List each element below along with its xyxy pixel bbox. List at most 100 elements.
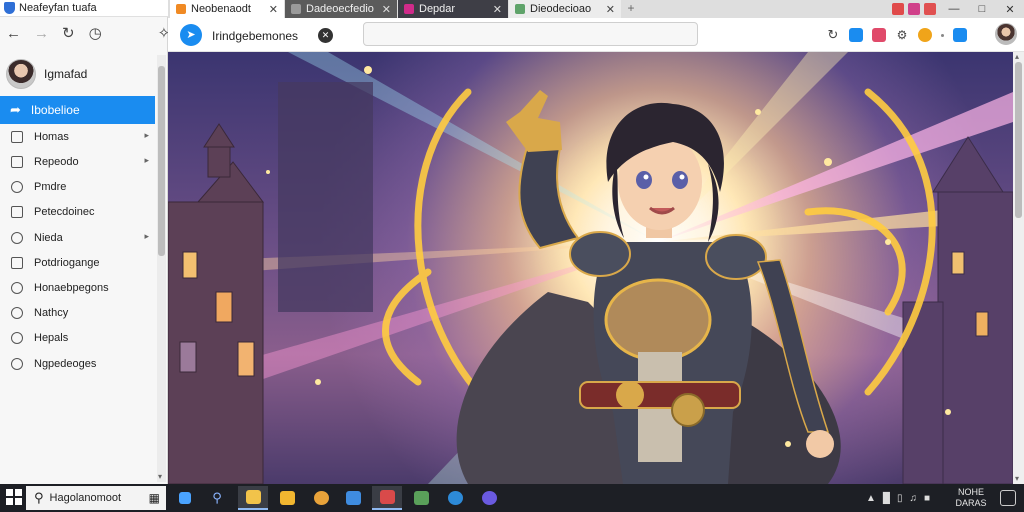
taskbar-file-explorer-icon[interactable] (238, 486, 268, 510)
network-icon[interactable]: █ (883, 493, 890, 504)
tab-depdar[interactable]: Depdar ✕ (398, 0, 508, 18)
left-tower (168, 123, 264, 484)
compass-icon (11, 307, 23, 319)
tag-icon (11, 181, 23, 193)
sidebar-item-petecdoinec[interactable]: Petecdoinec (0, 200, 155, 224)
address-bar[interactable] (363, 22, 698, 46)
sidebar-item-nieda[interactable]: Nieda ▸ (0, 226, 155, 250)
forward-icon[interactable]: → (34, 26, 49, 41)
separator-dot (941, 33, 944, 37)
window-title: Neafeyfan tuafa (19, 2, 97, 14)
tab-favicon-icon (515, 4, 525, 14)
sidebar-item-nathcy[interactable]: Nathcy (0, 301, 155, 325)
sidebar-item-potdriogange[interactable]: Potdriogange (0, 251, 155, 275)
back-icon[interactable]: ← (6, 26, 21, 41)
taskbar-search[interactable]: ⚲ Hagolanomoot ▦ (26, 486, 166, 510)
taskbar-clock[interactable]: NOHE DARAS (952, 486, 990, 510)
sidebar-item-label: Nathcy (34, 307, 69, 319)
maximize-icon[interactable]: □ (968, 3, 996, 15)
tab-label: Depdar (419, 3, 456, 15)
chest-plate (604, 278, 712, 362)
extension-icon[interactable] (872, 28, 886, 42)
notification-icon[interactable] (1000, 490, 1016, 506)
tab-favicon-icon (291, 4, 301, 14)
extension-icon[interactable] (918, 28, 932, 42)
refresh-icon[interactable]: ↻ (826, 28, 840, 42)
taskbar-store-icon[interactable] (338, 486, 368, 510)
media-icon (11, 232, 23, 244)
tab-dieodecioao[interactable]: Dieodecioao ✕ (509, 0, 621, 18)
windows-start-icon[interactable] (6, 489, 22, 505)
sidebar-item-label: Honaebpegons (34, 282, 109, 294)
history-icon[interactable]: ◷ (89, 26, 102, 41)
sidebar-item-honaebpegons[interactable]: Honaebpegons (0, 276, 155, 300)
sidebar-profile[interactable]: Igmafad (6, 58, 156, 90)
taskbar-edge-icon[interactable] (440, 486, 470, 510)
sidebar-item-hepals[interactable]: Hepals (0, 326, 155, 350)
extension-badge-icon[interactable] (924, 3, 936, 15)
scroll-down-icon[interactable]: ▾ (1015, 474, 1019, 483)
taskbar-assistant-icon[interactable] (474, 486, 504, 510)
sidebar-item-ngpedeoges[interactable]: Ngpedeoges (0, 352, 155, 376)
extension-icon[interactable] (849, 28, 863, 42)
close-icon[interactable]: ✕ (606, 3, 615, 16)
background-tower (278, 82, 373, 312)
task-view-icon[interactable]: ▦ (149, 491, 160, 505)
tab-dadeoecfedio[interactable]: Dadeoecfedio ✕ (285, 0, 397, 18)
sidebar-item-label: Petecdoinec (34, 206, 95, 218)
sidebar-item-label: Nieda (34, 232, 63, 244)
anime-illustration (168, 52, 1013, 484)
language-icon[interactable]: ■ (924, 493, 930, 504)
refresh-icon[interactable]: ↻ (62, 26, 75, 41)
folder-icon (11, 156, 23, 168)
extension-badge-icon[interactable] (892, 3, 904, 15)
taskbar-notes-icon[interactable] (406, 486, 436, 510)
sidebar-item-label: Ibobelioe (30, 103, 80, 117)
scroll-down-icon[interactable]: ▾ (158, 472, 162, 481)
tab-neobenaodt[interactable]: Neobenaodt ✕ (170, 0, 284, 18)
hero-artwork (168, 52, 1013, 484)
close-icon[interactable]: ✕ (269, 3, 278, 16)
extension-badge-icon[interactable] (908, 3, 920, 15)
tab-label: Neobenaodt (191, 3, 251, 15)
close-icon[interactable]: ✕ (318, 28, 333, 43)
tab-label: Dadeoecfedio (306, 3, 374, 15)
settings-icon (11, 358, 23, 370)
sidebar-scrollbar-thumb[interactable] (158, 66, 165, 256)
profile-avatar[interactable] (995, 23, 1017, 45)
battery-icon[interactable]: ▯ (897, 493, 903, 504)
new-tab-button[interactable]: + (624, 0, 638, 18)
close-icon[interactable]: ✕ (382, 3, 391, 16)
sidebar-item-homas[interactable]: Homas ▸ (0, 125, 155, 149)
link-icon (11, 282, 23, 294)
extension-icon[interactable] (953, 28, 967, 42)
shield-icon (4, 2, 15, 14)
extension-icons: ↻ ⚙ (826, 25, 967, 45)
search-icon: ⚲ (34, 490, 44, 505)
clock-time: NOHE (957, 487, 984, 497)
taskbar-folder-icon[interactable] (272, 486, 302, 510)
page-scrollbar-thumb[interactable] (1015, 62, 1022, 218)
minimize-icon[interactable]: — (940, 3, 968, 15)
sidebar-item-repeodo[interactable]: Repeodo ▸ (0, 150, 155, 174)
gear-icon[interactable]: ⚙ (895, 28, 909, 42)
site-logo-icon[interactable]: ➤ (180, 24, 202, 46)
chevron-up-icon[interactable]: ▲ (866, 493, 876, 504)
profile-name: Igmafad (44, 67, 88, 81)
globe-icon (11, 332, 23, 344)
taskbar-chrome-icon[interactable] (306, 486, 336, 510)
pencil-arrow-icon: ➦ (10, 102, 21, 117)
sidebar-item-pmdre[interactable]: Pmdre (0, 175, 155, 199)
volume-icon[interactable]: ♫ (910, 493, 918, 504)
chevron-right-icon: ▸ (144, 231, 149, 241)
taskbar-search-text: Hagolanomoot (49, 492, 122, 504)
taskbar-search-icon[interactable]: ⚲ (202, 486, 232, 510)
sidebar-item-active[interactable]: ➦ Ibobelioe (0, 96, 155, 124)
taskbar-mail-icon[interactable] (372, 486, 402, 510)
close-icon[interactable]: ✕ (493, 3, 502, 16)
scroll-up-icon[interactable]: ▴ (1015, 52, 1019, 61)
tab-label: Dieodecioao (530, 3, 592, 15)
taskbar-windows-logo[interactable] (170, 486, 200, 510)
chevron-right-icon: ▸ (144, 155, 149, 165)
close-window-icon[interactable]: ✕ (996, 3, 1024, 16)
